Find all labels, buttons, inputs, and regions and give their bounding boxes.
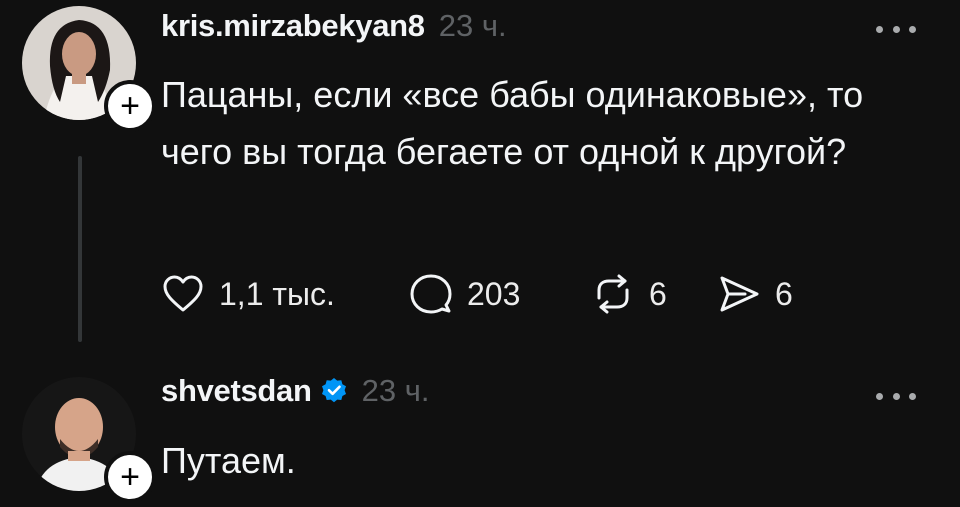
reply-count: 203 (467, 275, 521, 312)
more-dots-icon (876, 392, 883, 400)
send-icon (720, 276, 759, 312)
verified-badge-icon (321, 378, 346, 403)
more-dots-icon (876, 25, 883, 33)
post-text: Пацаны, если «все бабы одинаковые», то ч… (161, 74, 864, 172)
follow-plus-button[interactable]: + (104, 451, 156, 503)
share-button[interactable]: 6 (717, 272, 793, 316)
username[interactable]: kris.mirzabekyan8 (161, 8, 425, 44)
repost-count: 6 (649, 275, 667, 312)
more-dot (892, 392, 900, 400)
like-button[interactable]: 1,1 тыс. (161, 272, 409, 316)
post-text: Путаем. (161, 440, 296, 481)
more-dot (909, 25, 916, 33)
share-count: 6 (775, 275, 793, 312)
more-dot (909, 392, 916, 400)
post-header: shvetsdan 23 ч. (161, 369, 430, 413)
repost-button[interactable]: 6 (591, 272, 717, 316)
thread-line (78, 156, 82, 342)
more-options-button[interactable] (876, 391, 916, 401)
more-dot (892, 25, 900, 33)
reply-button[interactable]: 203 (409, 272, 591, 316)
plus-icon: + (120, 458, 140, 496)
timestamp[interactable]: 23 ч. (439, 8, 507, 44)
avatar[interactable]: + (22, 6, 156, 132)
plus-icon: + (120, 87, 140, 125)
avatar[interactable]: + (22, 377, 156, 503)
speech-bubble-icon (410, 274, 452, 314)
post: + kris.mirzabekyan8 23 ч. Пацаны, если «… (0, 0, 960, 357)
username[interactable]: shvetsdan (161, 373, 312, 409)
like-count: 1,1 тыс. (219, 275, 335, 312)
heart-icon (163, 275, 203, 312)
post: + shvetsdan 23 ч. Путаем. (0, 357, 960, 507)
follow-plus-button[interactable]: + (104, 80, 156, 132)
repost-icon (597, 274, 629, 314)
post-header: kris.mirzabekyan8 23 ч. (161, 4, 507, 48)
more-options-button[interactable] (876, 24, 916, 34)
timestamp[interactable]: 23 ч. (362, 373, 430, 409)
post-actions: 1,1 тыс. 203 6 6 (161, 272, 793, 316)
